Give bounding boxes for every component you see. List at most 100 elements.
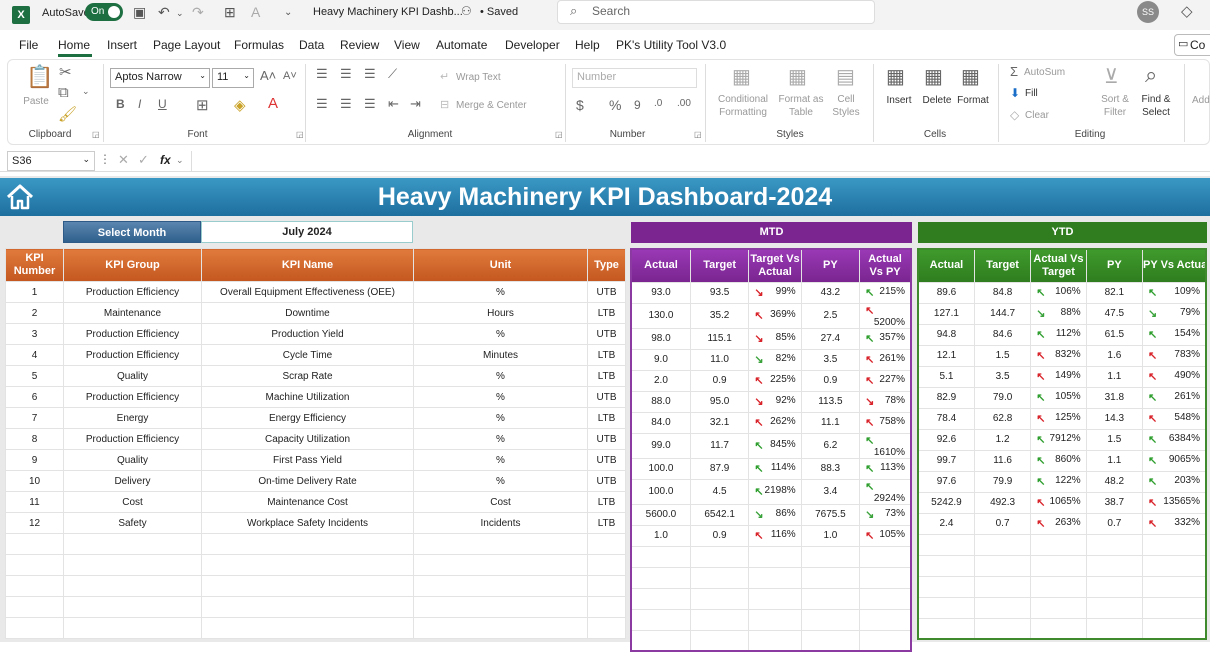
ytd-py-cell[interactable]: 0.7 xyxy=(1085,512,1144,535)
type-cell[interactable]: LTB xyxy=(587,344,626,366)
type-cell[interactable]: UTB xyxy=(587,386,626,408)
select-month-dropdown[interactable]: July 2024 xyxy=(201,221,413,243)
increase-decimal-icon[interactable]: .0 xyxy=(654,98,662,109)
cancel-icon[interactable]: ✕ xyxy=(118,152,129,168)
kpi-number-cell[interactable]: 11 xyxy=(5,491,64,513)
kpi-number-cell[interactable]: 4 xyxy=(5,344,64,366)
unit-cell[interactable]: Hours xyxy=(413,302,588,324)
align-left-icon[interactable]: ☰ xyxy=(316,96,328,112)
customize-toolbar-icon[interactable]: ⌄ xyxy=(284,7,292,18)
empty-cell[interactable] xyxy=(859,545,912,568)
kpi-number-cell[interactable]: 9 xyxy=(5,449,64,471)
mtd-py-cell[interactable]: 113.5 xyxy=(800,390,861,413)
mtd-actual-vs-py-cell[interactable]: ↖ 758% xyxy=(859,411,912,434)
mtd-actual-cell[interactable]: 9.0 xyxy=(630,348,691,371)
mtd-actual-vs-py-cell[interactable]: ↖ 105% xyxy=(859,524,912,547)
mtd-target-cell[interactable]: 11.7 xyxy=(689,432,750,459)
kpi-name-cell[interactable]: Machine Utilization xyxy=(201,386,414,408)
tab-page-layout[interactable]: Page Layout xyxy=(153,38,220,52)
mtd-target-cell[interactable]: 0.9 xyxy=(689,524,750,547)
ytd-py-cell[interactable]: 31.8 xyxy=(1085,386,1144,409)
add-ins-button[interactable]: Add xyxy=(1192,95,1210,106)
align-middle-icon[interactable]: ☰ xyxy=(340,66,352,82)
delete-button[interactable]: Delete xyxy=(918,95,956,106)
empty-cell[interactable] xyxy=(800,566,861,589)
currency-icon[interactable]: $ xyxy=(576,97,584,113)
empty-cell[interactable] xyxy=(800,587,861,610)
empty-cell[interactable] xyxy=(201,575,414,597)
mtd-target-vs-actual-cell[interactable]: ↘ 85% xyxy=(748,327,802,350)
kpi-group-cell[interactable]: Production Efficiency xyxy=(63,386,202,408)
ytd-actual-vs-target-cell[interactable]: ↖ 149% xyxy=(1030,365,1087,388)
empty-cell[interactable] xyxy=(973,617,1032,640)
increase-font-icon[interactable]: A˄ xyxy=(260,68,276,83)
empty-cell[interactable] xyxy=(587,596,626,618)
font-color-icon[interactable]: A xyxy=(251,4,260,20)
ytd-actual-cell[interactable]: 5.1 xyxy=(917,365,975,388)
mtd-target-vs-actual-cell[interactable]: ↘ 92% xyxy=(748,390,802,413)
ytd-py-cell[interactable]: 47.5 xyxy=(1085,302,1144,325)
tab-utility-tool[interactable]: PK's Utility Tool V3.0 xyxy=(616,38,726,52)
mtd-target-vs-actual-cell[interactable]: ↘ 86% xyxy=(748,503,802,526)
ytd-actual-cell[interactable]: 78.4 xyxy=(917,407,975,430)
avatar[interactable]: SS xyxy=(1137,1,1159,23)
kpi-group-cell[interactable]: Cost xyxy=(63,491,202,513)
ytd-target-cell[interactable]: 0.7 xyxy=(973,512,1032,535)
find-icon[interactable]: ⌕ xyxy=(1145,62,1157,88)
empty-cell[interactable] xyxy=(748,629,802,652)
empty-cell[interactable] xyxy=(5,596,64,618)
ytd-py-vs-actual-cell[interactable]: ↖ 154% xyxy=(1142,323,1207,346)
ytd-actual-vs-target-cell[interactable]: ↖ 1065% xyxy=(1030,491,1087,514)
empty-cell[interactable] xyxy=(917,575,975,598)
mtd-target-vs-actual-cell[interactable]: ↖ 845% xyxy=(748,432,802,459)
ytd-py-cell[interactable]: 82.1 xyxy=(1085,281,1144,304)
sort-filter-icon[interactable]: ⊻ xyxy=(1104,64,1119,89)
unit-cell[interactable]: % xyxy=(413,386,588,408)
ytd-target-cell[interactable]: 79.0 xyxy=(973,386,1032,409)
chevron-down-icon[interactable]: ⌄ xyxy=(176,155,184,166)
comments-button[interactable]: ▭ Co xyxy=(1174,34,1210,56)
ytd-actual-vs-target-cell[interactable]: ↖ 7912% xyxy=(1030,428,1087,451)
empty-cell[interactable] xyxy=(689,629,750,652)
format-button[interactable]: Format xyxy=(955,95,991,106)
enter-icon[interactable]: ✓ xyxy=(138,152,149,168)
kpi-number-cell[interactable]: 8 xyxy=(5,428,64,450)
tab-home[interactable]: Home xyxy=(58,38,90,52)
cut-icon[interactable]: ✂ xyxy=(59,63,72,81)
mtd-actual-cell[interactable]: 5600.0 xyxy=(630,503,691,526)
kpi-name-cell[interactable]: Downtime xyxy=(201,302,414,324)
empty-cell[interactable] xyxy=(587,575,626,597)
tab-automate[interactable]: Automate xyxy=(436,38,487,52)
ytd-target-cell[interactable]: 79.9 xyxy=(973,470,1032,493)
ytd-target-cell[interactable]: 84.6 xyxy=(973,323,1032,346)
unit-cell[interactable]: % xyxy=(413,281,588,303)
mtd-actual-cell[interactable]: 130.0 xyxy=(630,302,691,329)
kpi-group-cell[interactable]: Production Efficiency xyxy=(63,281,202,303)
home-icon[interactable] xyxy=(5,182,35,212)
mtd-actual-vs-py-cell[interactable]: ↖ 227% xyxy=(859,369,912,392)
borders-icon[interactable]: ⊞ xyxy=(196,96,209,114)
empty-cell[interactable] xyxy=(748,545,802,568)
empty-cell[interactable] xyxy=(587,554,626,576)
mtd-target-cell[interactable]: 4.5 xyxy=(689,478,750,505)
borders-icon[interactable]: ⊞ xyxy=(224,4,236,21)
kpi-group-cell[interactable]: Quality xyxy=(63,449,202,471)
empty-cell[interactable] xyxy=(63,533,202,555)
mtd-py-cell[interactable]: 43.2 xyxy=(800,281,861,304)
empty-cell[interactable] xyxy=(413,596,588,618)
mtd-py-cell[interactable]: 7675.5 xyxy=(800,503,861,526)
formula-input[interactable] xyxy=(191,151,1210,171)
kpi-number-cell[interactable]: 10 xyxy=(5,470,64,492)
ytd-actual-vs-target-cell[interactable]: ↖ 263% xyxy=(1030,512,1087,535)
fill-icon[interactable]: ⬇ xyxy=(1010,86,1020,100)
kpi-number-cell[interactable]: 2 xyxy=(5,302,64,324)
empty-cell[interactable] xyxy=(630,629,691,652)
empty-cell[interactable] xyxy=(1142,575,1207,598)
empty-cell[interactable] xyxy=(63,554,202,576)
autosave-toggle[interactable]: On xyxy=(85,3,123,21)
empty-cell[interactable] xyxy=(413,533,588,555)
kpi-group-cell[interactable]: Delivery xyxy=(63,470,202,492)
empty-cell[interactable] xyxy=(413,575,588,597)
empty-cell[interactable] xyxy=(973,596,1032,619)
kpi-name-cell[interactable]: Production Yield xyxy=(201,323,414,345)
